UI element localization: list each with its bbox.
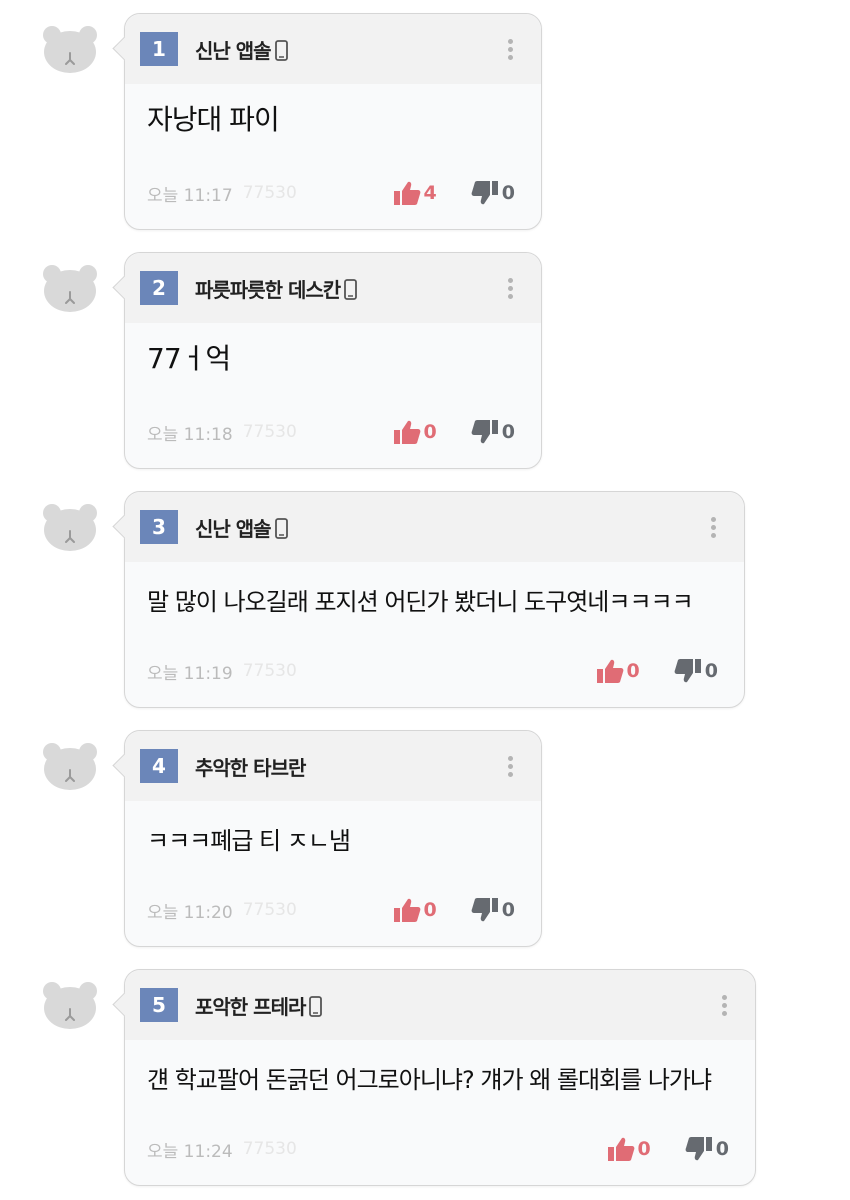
comment-bubble: 3 신난 앱솔 말 많이 나오길래 포지션 어딘가 봤더니 도구엿네ㅋㅋㅋㅋ 오… [112, 491, 745, 708]
comment-text: 걘 학교팔어 돈긁던 어그로아니냐? 걔가 왜 롤대회를 나가냐 [147, 1066, 712, 1094]
comment-number-badge: 3 [140, 510, 178, 544]
thumbs-down-icon [685, 1137, 712, 1161]
upvote-button[interactable]: 0 [607, 1136, 651, 1162]
comment-bubble: 1 신난 앱솔 자낭대 파이 오늘 11:17 77530 4 0 [112, 13, 542, 230]
more-vertical-icon[interactable] [508, 278, 514, 300]
author-name[interactable]: 포악한 프테라 [195, 995, 306, 1019]
upvote-button[interactable]: 0 [393, 897, 437, 923]
thumbs-down-icon [471, 181, 498, 205]
author-nickname[interactable]: 포악한 프테라 [195, 991, 323, 1020]
comment-number-badge: 2 [140, 271, 178, 305]
more-vertical-icon[interactable] [711, 517, 717, 539]
downvote-count: 0 [501, 899, 515, 921]
comment-header: 4 추악한 타브란 [125, 731, 541, 801]
more-vertical-icon[interactable] [508, 756, 514, 778]
comment-footer: 오늘 11:18 77530 0 0 [147, 418, 515, 446]
comment-hits: 77530 [242, 1139, 297, 1159]
comment-bubble: 4 추악한 타브란 ㅋㅋㅋ폐급 티 ㅈㄴ냄 오늘 11:20 77530 0 0 [112, 730, 542, 947]
author-name[interactable]: 신난 앱솔 [195, 517, 272, 541]
comment-header: 2 파릇파릇한 데스칸 [125, 253, 541, 323]
downvote-button[interactable]: 0 [685, 1136, 729, 1162]
thumbs-down-icon [471, 898, 498, 922]
comment-bubble: 5 포악한 프테라 걘 학교팔어 돈긁던 어그로아니냐? 걔가 왜 롤대회를 나… [112, 969, 756, 1186]
bear-avatar-icon[interactable] [42, 981, 98, 1029]
comment-footer: 오늘 11:19 77530 0 0 [147, 657, 718, 685]
downvote-count: 0 [501, 421, 515, 443]
downvote-count: 0 [715, 1138, 729, 1160]
upvote-count: 4 [423, 182, 437, 204]
comment-footer: 오늘 11:20 77530 0 0 [147, 896, 515, 924]
comment-hits: 77530 [242, 900, 297, 920]
comment-time: 오늘 11:18 [147, 424, 233, 445]
mobile-phone-icon [274, 517, 288, 539]
upvote-count: 0 [637, 1138, 651, 1160]
bear-avatar-icon[interactable] [42, 25, 98, 73]
thumbs-up-icon [607, 1137, 634, 1161]
comment-header: 1 신난 앱솔 [125, 14, 541, 84]
upvote-button[interactable]: 0 [596, 658, 640, 684]
comment-header: 3 신난 앱솔 [125, 492, 744, 562]
comment-hits: 77530 [242, 661, 297, 681]
author-name[interactable]: 추악한 타브란 [195, 756, 306, 780]
upvote-count: 0 [423, 421, 437, 443]
comment-text: 자낭대 파이 [147, 103, 280, 136]
downvote-button[interactable]: 0 [471, 897, 515, 923]
author-nickname[interactable]: 파릇파릇한 데스칸 [195, 274, 358, 303]
downvote-button[interactable]: 0 [471, 180, 515, 206]
author-nickname[interactable]: 추악한 타브란 [195, 752, 306, 781]
comment-footer: 오늘 11:17 77530 4 0 [147, 179, 515, 207]
comment-text: 말 많이 나오길래 포지션 어딘가 봤더니 도구엿네ㅋㅋㅋㅋ [147, 588, 694, 616]
comment-header: 5 포악한 프테라 [125, 970, 755, 1040]
author-nickname[interactable]: 신난 앱솔 [195, 35, 288, 64]
upvote-count: 0 [626, 660, 640, 682]
comment-footer: 오늘 11:24 77530 0 0 [147, 1135, 729, 1163]
upvote-count: 0 [423, 899, 437, 921]
comment-bubble: 2 파릇파릇한 데스칸 77ㅓ억 오늘 11:18 77530 0 0 [112, 252, 542, 469]
comment-hits: 77530 [242, 422, 297, 442]
thumbs-up-icon [393, 420, 420, 444]
thumbs-down-icon [674, 659, 701, 683]
mobile-phone-icon [274, 39, 288, 61]
comment-hits: 77530 [242, 183, 297, 203]
comment-time: 오늘 11:24 [147, 1141, 233, 1162]
comment-number-badge: 5 [140, 988, 178, 1022]
downvote-count: 0 [704, 660, 718, 682]
comment-number-badge: 1 [140, 32, 178, 66]
mobile-phone-icon [344, 278, 358, 300]
author-name[interactable]: 신난 앱솔 [195, 39, 272, 63]
comment-time: 오늘 11:17 [147, 185, 233, 206]
thumbs-up-icon [393, 898, 420, 922]
downvote-button[interactable]: 0 [471, 419, 515, 445]
thumbs-up-icon [393, 181, 420, 205]
comment-time: 오늘 11:19 [147, 663, 233, 684]
mobile-phone-icon [309, 995, 323, 1017]
bear-avatar-icon[interactable] [42, 503, 98, 551]
author-nickname[interactable]: 신난 앱솔 [195, 513, 288, 542]
thumbs-up-icon [596, 659, 623, 683]
more-vertical-icon[interactable] [508, 39, 514, 61]
bear-avatar-icon[interactable] [42, 264, 98, 312]
comment-text: ㅋㅋㅋ폐급 티 ㅈㄴ냄 [147, 827, 351, 855]
comment-text: 77ㅓ억 [147, 342, 231, 375]
upvote-button[interactable]: 0 [393, 419, 437, 445]
downvote-count: 0 [501, 182, 515, 204]
bear-avatar-icon[interactable] [42, 742, 98, 790]
upvote-button[interactable]: 4 [393, 180, 437, 206]
author-name[interactable]: 파릇파릇한 데스칸 [195, 278, 341, 302]
downvote-button[interactable]: 0 [674, 658, 718, 684]
comment-time: 오늘 11:20 [147, 902, 233, 923]
comment-number-badge: 4 [140, 749, 178, 783]
more-vertical-icon[interactable] [722, 995, 728, 1017]
thumbs-down-icon [471, 420, 498, 444]
